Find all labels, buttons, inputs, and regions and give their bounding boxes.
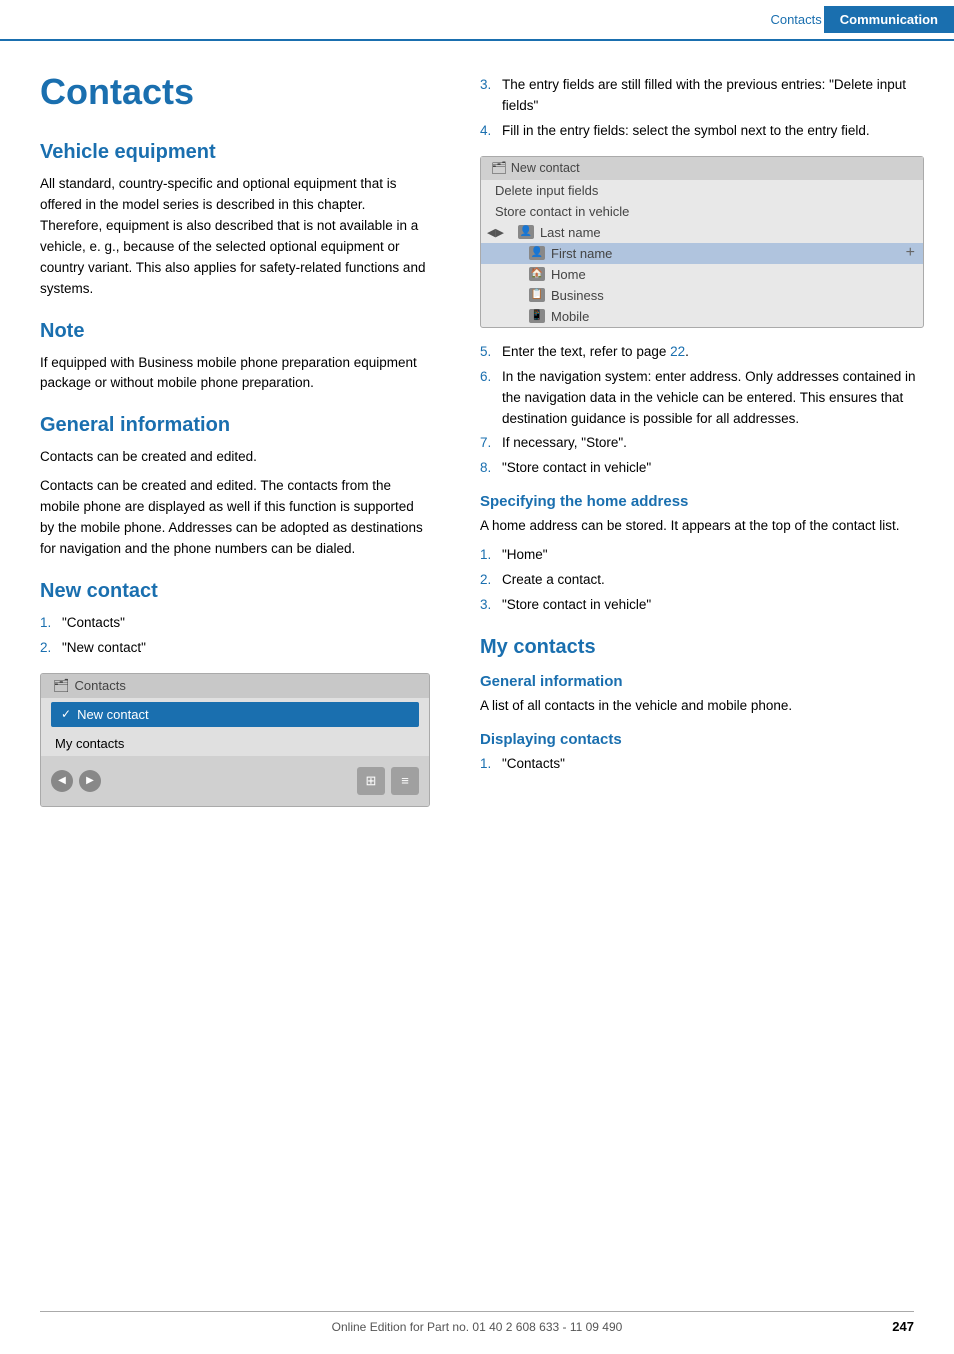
- last-name-icon: 👤: [518, 225, 534, 239]
- screenshot-icon-1: ⊞: [357, 767, 385, 795]
- nc-nav-arrows: ◀ ▶: [481, 226, 504, 239]
- nav-left-arrow: ◀: [487, 226, 495, 239]
- nc-mobile: 📱 Mobile: [481, 306, 923, 327]
- nc-store-contact: Store contact in vehicle: [481, 201, 923, 222]
- screenshot-icon-2: ≡: [391, 767, 419, 795]
- general-info-body2: Contacts can be created and edited. The …: [40, 476, 430, 560]
- my-contacts-heading: My contacts: [480, 636, 924, 659]
- page-footer: Online Edition for Part no. 01 40 2 608 …: [40, 1311, 914, 1334]
- nc-home: 🏠 Home: [481, 264, 923, 285]
- nc-title-bar: 🗂 New contact: [481, 157, 923, 180]
- header-communication-label: Communication: [824, 6, 954, 33]
- specifying-home-address-steps: 1. "Home" 2. Create a contact. 3. "Store…: [480, 545, 924, 616]
- left-column: Contacts Vehicle equipment All standard,…: [0, 41, 460, 841]
- note-heading: Note: [40, 320, 430, 343]
- general-info-body1: Contacts can be created and edited.: [40, 447, 430, 468]
- contacts-screenshot-title: 🗂 Contacts: [41, 674, 429, 698]
- new-contact-heading: New contact: [40, 580, 430, 603]
- business-icon: 📋: [529, 288, 545, 302]
- list-item: 3. "Store contact in vehicle": [480, 595, 924, 616]
- footer-text: Online Edition for Part no. 01 40 2 608 …: [332, 1320, 623, 1334]
- page-content: Contacts Vehicle equipment All standard,…: [0, 41, 954, 841]
- page-title: Contacts: [40, 71, 430, 113]
- displaying-contacts-steps: 1. "Contacts": [480, 754, 924, 775]
- list-item: 4. Fill in the entry fields: select the …: [480, 121, 924, 142]
- specifying-home-address-body: A home address can be stored. It appears…: [480, 516, 924, 537]
- nc-first-name: 👤 First name +: [481, 243, 923, 264]
- list-item: 6. In the navigation system: enter addre…: [480, 367, 924, 430]
- nav-right-icon: ▶: [79, 770, 101, 792]
- nc-last-name-row: ◀ ▶ 👤 Last name: [481, 222, 923, 243]
- contacts-folder-icon: 🗂: [53, 678, 70, 694]
- note-body: If equipped with Business mobile phone p…: [40, 353, 430, 395]
- list-item: 8. "Store contact in vehicle": [480, 458, 924, 479]
- list-item: 1. "Contacts": [480, 754, 924, 775]
- checkmark-icon: ✓: [61, 707, 71, 721]
- nc-delete-fields: Delete input fields: [481, 180, 923, 201]
- my-contacts-general-info-heading: General information: [480, 673, 924, 690]
- nc-last-name: 👤 Last name: [504, 222, 923, 243]
- screenshot-bottom-bar: ◀ ▶ ⊞ ≡: [41, 756, 429, 806]
- header-contacts-label: Contacts: [770, 12, 821, 27]
- list-item: 5. Enter the text, refer to page 22.: [480, 342, 924, 363]
- nc-icon: 🗂: [491, 161, 507, 176]
- my-contacts-general-info-body: A list of all contacts in the vehicle an…: [480, 696, 924, 717]
- list-item: 2. "New contact": [40, 638, 430, 659]
- page-number: 247: [892, 1319, 914, 1334]
- header-bar: Contacts Communication: [0, 0, 954, 41]
- right-column: 3. The entry fields are still filled wit…: [460, 41, 954, 841]
- home-icon: 🏠: [529, 267, 545, 281]
- steps-3-4-list: 3. The entry fields are still filled wit…: [480, 75, 924, 142]
- list-item: 2. Create a contact.: [480, 570, 924, 591]
- displaying-contacts-heading: Displaying contacts: [480, 731, 924, 748]
- nav-left-icon: ◀: [51, 770, 73, 792]
- contacts-screenshot: 🗂 Contacts ✓ New contact My contacts ◀ ▶: [40, 673, 430, 807]
- nav-right-arrow: ▶: [495, 226, 503, 239]
- specifying-home-address-heading: Specifying the home address: [480, 493, 924, 510]
- plus-icon: +: [906, 244, 915, 262]
- steps-5-8-list: 5. Enter the text, refer to page 22. 6. …: [480, 342, 924, 480]
- general-information-heading: General information: [40, 414, 430, 437]
- list-item: 7. If necessary, "Store".: [480, 433, 924, 454]
- nc-business: 📋 Business: [481, 285, 923, 306]
- list-item: 1. "Home": [480, 545, 924, 566]
- vehicle-equipment-heading: Vehicle equipment: [40, 141, 430, 164]
- first-name-icon: 👤: [529, 246, 545, 260]
- my-contacts-item: My contacts: [41, 731, 429, 756]
- list-item: 1. "Contacts": [40, 613, 430, 634]
- vehicle-equipment-body: All standard, country-specific and optio…: [40, 174, 430, 300]
- new-contact-item-selected: ✓ New contact: [51, 702, 419, 727]
- new-contact-ui-screenshot: 🗂 New contact Delete input fields Store …: [480, 156, 924, 328]
- new-contact-steps-list: 1. "Contacts" 2. "New contact": [40, 613, 430, 659]
- list-item: 3. The entry fields are still filled wit…: [480, 75, 924, 117]
- mobile-icon: 📱: [529, 309, 545, 323]
